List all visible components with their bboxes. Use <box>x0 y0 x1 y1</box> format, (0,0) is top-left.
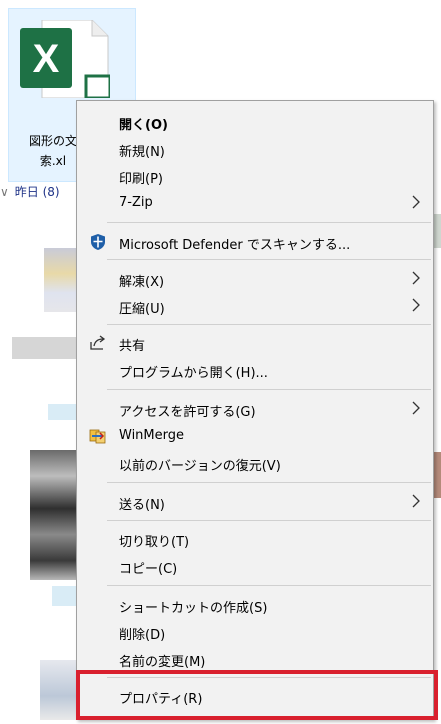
blurred-thumbnail <box>48 404 76 420</box>
group-header-yesterday[interactable]: ∨ 昨日 (8) <box>0 183 60 200</box>
blurred-thumbnail <box>40 660 76 720</box>
blurred-thumbnail <box>52 586 76 606</box>
svg-text:X: X <box>33 37 60 81</box>
menu-item-compress[interactable]: 圧縮(U) <box>78 293 432 319</box>
menu-item-rename[interactable]: 名前の変更(M) <box>78 646 432 672</box>
menu-separator <box>107 259 431 260</box>
excel-file-icon: X <box>20 20 110 98</box>
share-icon <box>90 335 106 350</box>
blurred-thumbnail <box>434 452 441 498</box>
submenu-arrow-icon <box>412 298 420 312</box>
blurred-thumbnail <box>44 248 76 312</box>
menu-item-7zip[interactable]: 7-Zip <box>78 190 432 216</box>
blurred-thumbnail <box>12 337 76 359</box>
menu-separator <box>107 520 431 521</box>
menu-item-winmerge[interactable]: WinMerge <box>78 423 432 449</box>
submenu-arrow-icon <box>412 195 420 209</box>
menu-separator <box>107 324 431 325</box>
menu-item-defender-scan[interactable]: Microsoft Defender でスキャンする... <box>78 229 432 255</box>
menu-item-open[interactable]: 開く(O) <box>78 109 432 135</box>
menu-item-open-with[interactable]: プログラムから開く(H)... <box>78 357 432 383</box>
menu-item-print[interactable]: 印刷(P) <box>78 163 432 189</box>
menu-item-delete[interactable]: 削除(D) <box>78 619 432 645</box>
submenu-arrow-icon <box>412 494 420 508</box>
menu-separator <box>107 389 431 390</box>
menu-item-share[interactable]: 共有 <box>78 330 432 356</box>
menu-item-copy[interactable]: コピー(C) <box>78 553 432 579</box>
chevron-down-icon: ∨ <box>0 185 9 199</box>
menu-separator <box>107 222 431 223</box>
submenu-arrow-icon <box>412 401 420 415</box>
menu-item-restore-previous[interactable]: 以前のバージョンの復元(V) <box>78 450 432 476</box>
menu-item-create-shortcut[interactable]: ショートカットの作成(S) <box>78 592 432 618</box>
menu-separator <box>107 585 431 586</box>
menu-item-extract[interactable]: 解凍(X) <box>78 266 432 292</box>
context-menu: 開く(O) 新規(N) 印刷(P) 7-Zip Microsoft Defend… <box>76 100 434 720</box>
highlight-box <box>76 670 438 720</box>
menu-separator <box>107 482 431 483</box>
submenu-arrow-icon <box>412 271 420 285</box>
menu-item-give-access[interactable]: アクセスを許可する(G) <box>78 396 432 422</box>
blurred-thumbnail <box>30 450 76 580</box>
menu-item-new[interactable]: 新規(N) <box>78 136 432 162</box>
menu-item-send-to[interactable]: 送る(N) <box>78 489 432 515</box>
blurred-thumbnail <box>434 214 441 248</box>
winmerge-icon <box>89 429 106 444</box>
menu-item-cut[interactable]: 切り取り(T) <box>78 526 432 552</box>
defender-shield-icon <box>91 234 105 250</box>
